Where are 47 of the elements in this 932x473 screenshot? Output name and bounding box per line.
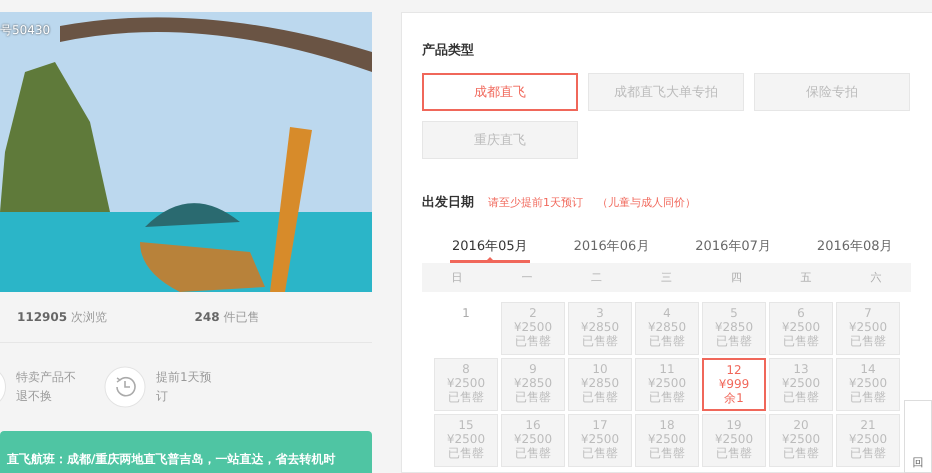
calendar-day[interactable]: 5 ¥2850 已售罄	[702, 302, 766, 355]
calendar-day[interactable]: 4 ¥2850 已售罄	[635, 302, 699, 355]
calendar-day[interactable]: 15 ¥2500 已售罄	[434, 414, 498, 467]
product-code: 号50430	[0, 22, 50, 39]
sold-count: 248 件已售	[194, 308, 260, 326]
product-type-option[interactable]: 成都直飞大单专拍	[588, 73, 744, 111]
calendar-day[interactable]: 9 ¥2850 已售罄	[501, 358, 565, 411]
calendar-day[interactable]: 17 ¥2500 已售罄	[568, 414, 632, 467]
product-type-option[interactable]: 重庆直飞	[422, 121, 578, 159]
calendar-day[interactable]: 2 ¥2500 已售罄	[501, 302, 565, 355]
weekday-label: 日	[450, 270, 464, 285]
calendar-day[interactable]: 20 ¥2500 已售罄	[769, 414, 833, 467]
calendar-day[interactable]: 6 ¥2500 已售罄	[769, 302, 833, 355]
weekday-label: 四	[730, 270, 743, 285]
weekday-label: 三	[660, 270, 673, 285]
weekday-label: 六	[870, 270, 883, 285]
calendar-day[interactable]: 11 ¥2500 已售罄	[635, 358, 699, 411]
product-type-option[interactable]: 成都直飞	[422, 73, 578, 111]
calendar-day[interactable]: 19 ¥2500 已售罄	[702, 414, 766, 467]
feature-text: 特卖产品不退不换	[16, 369, 77, 405]
weekday-label: 二	[590, 270, 604, 285]
calendar-day[interactable]: 16 ¥2500 已售罄	[501, 414, 565, 467]
calendar-day[interactable]: 1	[434, 302, 498, 355]
weekday-label: 五	[800, 270, 813, 285]
calendar-day[interactable]: 13 ¥2500 已售罄	[769, 358, 833, 411]
calendar-day[interactable]: 14 ¥2500 已售罄	[836, 358, 900, 411]
calendar-day[interactable]: 7 ¥2500 已售罄	[836, 302, 900, 355]
calendar-day[interactable]: 3 ¥2850 已售罄	[568, 302, 632, 355]
calendar-day[interactable]: 10 ¥2850 已售罄	[568, 358, 632, 411]
calendar-day[interactable]: 18 ¥2500 已售罄	[635, 414, 699, 467]
feature-text: 提前1天预订	[156, 369, 213, 405]
month-tab[interactable]: 2016年06月	[572, 237, 652, 263]
month-tab[interactable]: 2016年07月	[693, 237, 773, 263]
clock-icon	[104, 366, 146, 408]
booking-note: （儿童与成人同价）	[597, 194, 696, 210]
flight-banner: 直飞航班：成都/重庆两地直飞普吉岛，一站直达，省去转机时	[0, 431, 372, 473]
section-title: 出发日期	[422, 194, 474, 211]
weekday-label: 一	[520, 270, 534, 285]
section-title: 产品类型	[422, 42, 475, 59]
calendar-day[interactable]: 8 ¥2500 已售罄	[434, 358, 498, 411]
calendar-day[interactable]: 21 ¥2500 已售罄	[836, 414, 900, 467]
calendar-day[interactable]: 12 ¥999 余1	[702, 358, 766, 411]
back-to-top-button[interactable]: 回	[904, 400, 932, 473]
product-type-option[interactable]: 保险专拍	[754, 73, 910, 111]
month-tab[interactable]: 2016年08月	[814, 237, 895, 263]
booking-note: 请至少提前1天预订	[488, 194, 583, 210]
view-count: 112905 次浏览	[17, 308, 108, 326]
